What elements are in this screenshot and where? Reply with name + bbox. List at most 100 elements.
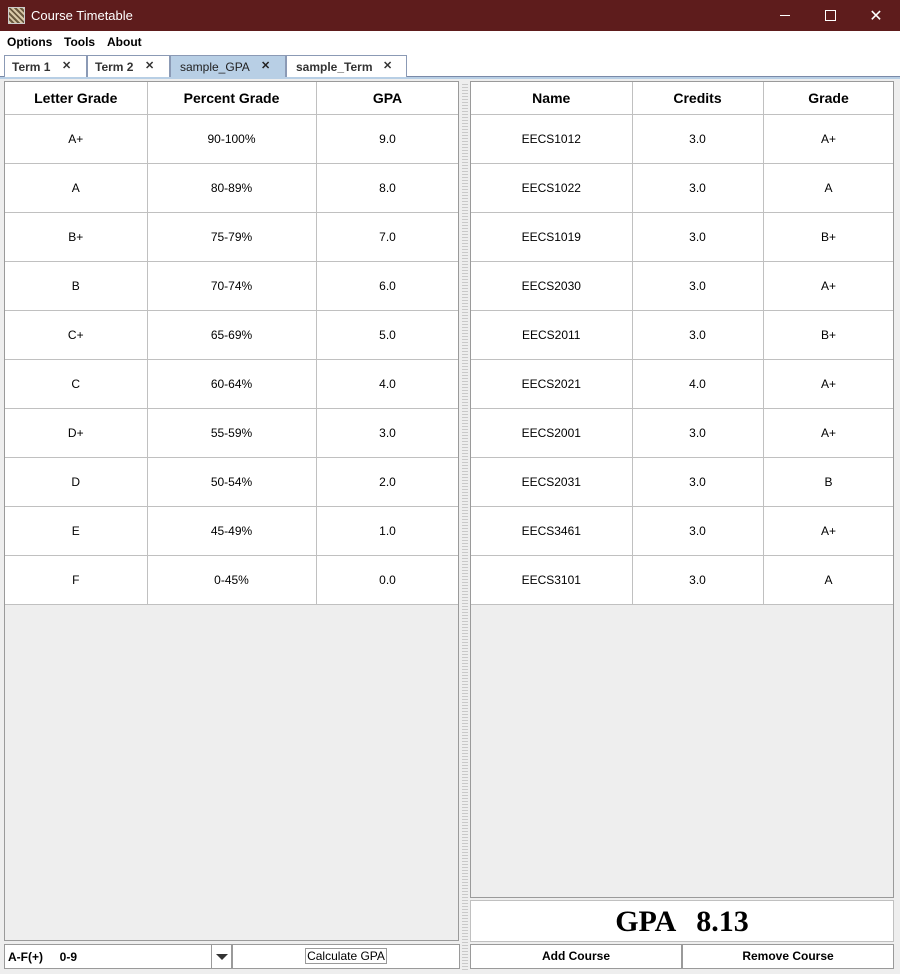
table-row[interactable]: C 60-64% 4.0	[5, 359, 458, 409]
tab-sample-gpa[interactable]: sample_GPA ✕	[170, 55, 286, 77]
split-pane-divider[interactable]	[462, 82, 468, 970]
table-row[interactable]: E 45-49% 1.0	[5, 506, 458, 556]
close-tab-icon[interactable]: ✕	[261, 59, 270, 72]
gpa-cell[interactable]: 0.0	[316, 555, 458, 605]
credits-cell[interactable]: 3.0	[632, 555, 764, 605]
chevron-down-icon[interactable]	[211, 945, 231, 968]
credits-cell[interactable]: 3.0	[632, 408, 764, 458]
percent-grade-cell[interactable]: 70-74%	[147, 261, 317, 311]
gpa-cell[interactable]: 4.0	[316, 359, 458, 409]
table-row[interactable]: F 0-45% 0.0	[5, 555, 458, 605]
course-name-cell[interactable]: EECS2030	[471, 261, 633, 311]
grade-cell[interactable]: B+	[763, 310, 893, 360]
gpa-cell[interactable]: 2.0	[316, 457, 458, 507]
table-row[interactable]: EECS2011 3.0 B+	[471, 310, 893, 360]
course-name-cell[interactable]: EECS1012	[471, 114, 633, 164]
table-row[interactable]: B+ 75-79% 7.0	[5, 212, 458, 262]
add-course-button[interactable]: Add Course	[470, 944, 682, 969]
gpa-cell[interactable]: 1.0	[316, 506, 458, 556]
percent-grade-cell[interactable]: 75-79%	[147, 212, 317, 262]
gpa-cell[interactable]: 7.0	[316, 212, 458, 262]
gpa-cell[interactable]: 8.0	[316, 163, 458, 213]
table-row[interactable]: EECS2001 3.0 A+	[471, 408, 893, 458]
grade-scale-select[interactable]: A-F(+) 0-9	[4, 944, 232, 969]
tab-term-1[interactable]: Term 1 ✕	[4, 55, 87, 77]
letter-grade-cell[interactable]: B+	[5, 212, 148, 262]
table-row[interactable]: A+ 90-100% 9.0	[5, 114, 458, 164]
close-tab-icon[interactable]: ✕	[145, 59, 154, 72]
gpa-cell[interactable]: 3.0	[316, 408, 458, 458]
credits-cell[interactable]: 3.0	[632, 114, 764, 164]
grade-cell[interactable]: A+	[763, 114, 893, 164]
credits-cell[interactable]: 4.0	[632, 359, 764, 409]
letter-grade-cell[interactable]: F	[5, 555, 148, 605]
letter-grade-cell[interactable]: D	[5, 457, 148, 507]
letter-grade-cell[interactable]: C	[5, 359, 148, 409]
table-row[interactable]: EECS2031 3.0 B	[471, 457, 893, 507]
calculate-gpa-button[interactable]: Calculate GPA	[232, 944, 460, 969]
column-header-grade[interactable]: Grade	[763, 82, 893, 115]
tab-sample-term[interactable]: sample_Term ✕	[286, 55, 407, 77]
close-tab-icon[interactable]: ✕	[62, 59, 71, 72]
course-panel[interactable]: Name Credits Grade EECS1012 3.0 A+ EECS102…	[470, 81, 894, 898]
letter-grade-cell[interactable]: E	[5, 506, 148, 556]
letter-grade-cell[interactable]: B	[5, 261, 148, 311]
course-name-cell[interactable]: EECS2001	[471, 408, 633, 458]
grade-cell[interactable]: B	[763, 457, 893, 507]
percent-grade-cell[interactable]: 65-69%	[147, 310, 317, 360]
remove-course-button[interactable]: Remove Course	[682, 944, 894, 969]
grade-cell[interactable]: A+	[763, 408, 893, 458]
grade-cell[interactable]: A+	[763, 261, 893, 311]
table-row[interactable]: EECS1022 3.0 A	[471, 163, 893, 213]
menu-about[interactable]: About	[107, 35, 142, 49]
percent-grade-cell[interactable]: 0-45%	[147, 555, 317, 605]
letter-grade-cell[interactable]: D+	[5, 408, 148, 458]
table-row[interactable]: EECS3461 3.0 A+	[471, 506, 893, 556]
letter-grade-cell[interactable]: A+	[5, 114, 148, 164]
credits-cell[interactable]: 3.0	[632, 457, 764, 507]
column-header-name[interactable]: Name	[471, 82, 633, 115]
percent-grade-cell[interactable]: 80-89%	[147, 163, 317, 213]
table-row[interactable]: A 80-89% 8.0	[5, 163, 458, 213]
percent-grade-cell[interactable]: 90-100%	[147, 114, 317, 164]
grade-scale-panel[interactable]: Letter Grade Percent Grade GPA A+ 90-100%…	[4, 81, 459, 941]
gpa-cell[interactable]: 5.0	[316, 310, 458, 360]
course-name-cell[interactable]: EECS1019	[471, 212, 633, 262]
percent-grade-cell[interactable]: 45-49%	[147, 506, 317, 556]
column-header-letter-grade[interactable]: Letter Grade	[5, 82, 148, 115]
table-row[interactable]: C+ 65-69% 5.0	[5, 310, 458, 360]
gpa-cell[interactable]: 6.0	[316, 261, 458, 311]
column-header-gpa[interactable]: GPA	[316, 82, 458, 115]
percent-grade-cell[interactable]: 60-64%	[147, 359, 317, 409]
menu-options[interactable]: Options	[7, 35, 52, 49]
credits-cell[interactable]: 3.0	[632, 506, 764, 556]
table-row[interactable]: B 70-74% 6.0	[5, 261, 458, 311]
minimize-button[interactable]	[762, 0, 808, 31]
table-row[interactable]: EECS2021 4.0 A+	[471, 359, 893, 409]
table-row[interactable]: EECS1019 3.0 B+	[471, 212, 893, 262]
table-row[interactable]: EECS3101 3.0 A	[471, 555, 893, 605]
table-row[interactable]: EECS1012 3.0 A+	[471, 114, 893, 164]
column-header-percent-grade[interactable]: Percent Grade	[147, 82, 317, 115]
grade-cell[interactable]: A	[763, 163, 893, 213]
letter-grade-cell[interactable]: C+	[5, 310, 148, 360]
grade-cell[interactable]: B+	[763, 212, 893, 262]
table-row[interactable]: D+ 55-59% 3.0	[5, 408, 458, 458]
column-header-credits[interactable]: Credits	[632, 82, 764, 115]
percent-grade-cell[interactable]: 50-54%	[147, 457, 317, 507]
course-name-cell[interactable]: EECS2021	[471, 359, 633, 409]
maximize-button[interactable]	[807, 0, 853, 31]
credits-cell[interactable]: 3.0	[632, 212, 764, 262]
grade-cell[interactable]: A+	[763, 359, 893, 409]
grade-cell[interactable]: A+	[763, 506, 893, 556]
close-window-button[interactable]: ✕	[853, 0, 899, 31]
grade-cell[interactable]: A	[763, 555, 893, 605]
menu-tools[interactable]: Tools	[64, 35, 95, 49]
table-row[interactable]: EECS2030 3.0 A+	[471, 261, 893, 311]
course-name-cell[interactable]: EECS1022	[471, 163, 633, 213]
credits-cell[interactable]: 3.0	[632, 310, 764, 360]
course-name-cell[interactable]: EECS3461	[471, 506, 633, 556]
course-name-cell[interactable]: EECS2031	[471, 457, 633, 507]
close-tab-icon[interactable]: ✕	[383, 59, 392, 72]
credits-cell[interactable]: 3.0	[632, 163, 764, 213]
